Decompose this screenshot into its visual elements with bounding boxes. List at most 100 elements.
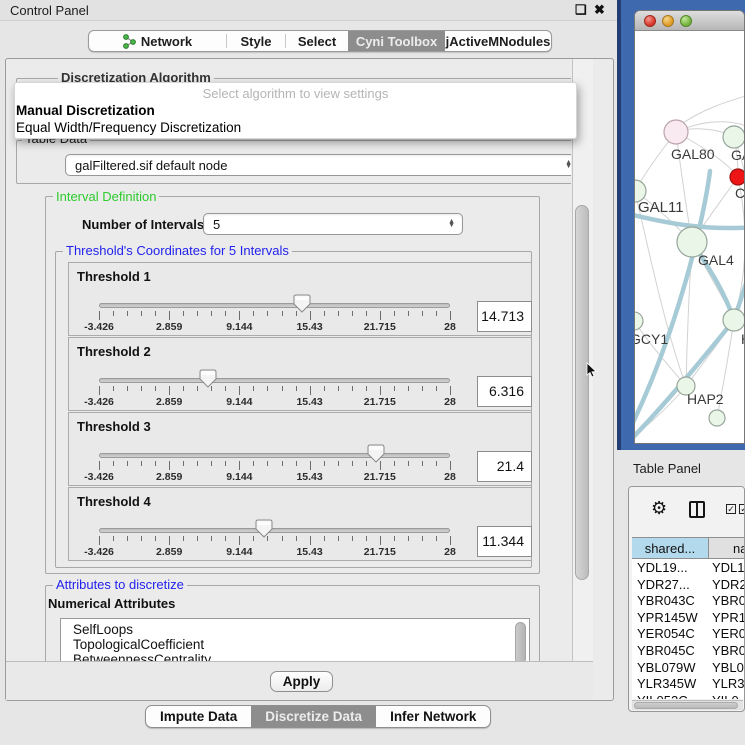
- tab-network[interactable]: Network: [89, 31, 226, 51]
- tab-infer-network[interactable]: Infer Network: [376, 706, 490, 727]
- number-of-intervals-combo[interactable]: 5 ▲▼: [203, 213, 463, 235]
- threshold-4-slider-track[interactable]: [99, 528, 450, 533]
- panel-scrollbar-thumb[interactable]: [575, 205, 589, 580]
- tick-mark: [239, 461, 240, 470]
- network-node-pink[interactable]: [664, 120, 688, 144]
- tick-mark: [366, 536, 367, 541]
- tab-discretize-data[interactable]: Discretize Data: [251, 706, 376, 727]
- cyni-panel-content: Discretization Algorithm ▲▼ Table Data g…: [6, 59, 571, 661]
- tick-mark: [225, 536, 226, 541]
- tick-mark: [310, 536, 311, 545]
- close-traffic-light[interactable]: [644, 15, 656, 27]
- table-row[interactable]: YIL052CYIL0: [632, 692, 745, 699]
- table-data-combo[interactable]: galFiltered.sif default node ▲▼: [65, 154, 571, 176]
- tick-mark: [141, 311, 142, 316]
- tick-mark: [324, 311, 325, 316]
- tab-cyni-toolbox[interactable]: Cyni Toolbox: [348, 31, 445, 51]
- network-node-green[interactable]: [635, 312, 643, 330]
- tick-label: 15.43: [296, 396, 322, 408]
- tick-mark: [253, 461, 254, 466]
- tick-mark: [197, 311, 198, 316]
- threshold-2-slider-track[interactable]: [99, 378, 450, 383]
- tick-mark: [296, 461, 297, 466]
- tab-jactivemnodules[interactable]: jActiveMNodules: [445, 31, 551, 51]
- threshold-3-slider-thumb[interactable]: [367, 444, 385, 464]
- network-node-green[interactable]: [723, 309, 745, 331]
- minimize-traffic-light[interactable]: [662, 15, 674, 27]
- table-row[interactable]: YDR27...YDR2: [632, 576, 745, 593]
- network-node-red[interactable]: [730, 169, 745, 185]
- tick-mark: [422, 461, 423, 466]
- numerical-attributes-list[interactable]: SelfLoopsTopologicalCoefficientBetweenne…: [60, 618, 530, 661]
- network-node-green[interactable]: [723, 126, 745, 148]
- apply-button[interactable]: Apply: [270, 671, 333, 692]
- table-hscrollbar-thumb[interactable]: [634, 702, 738, 709]
- zoom-traffic-light[interactable]: [680, 15, 692, 27]
- table-row[interactable]: YBR045CYBR0: [632, 642, 745, 659]
- close-icon[interactable]: ✖: [594, 2, 605, 18]
- panel-title: Control Panel: [10, 3, 89, 18]
- tick-mark: [338, 461, 339, 466]
- threshold-1-value[interactable]: 14.713: [477, 301, 532, 332]
- network-window-titlebar[interactable]: [635, 11, 744, 31]
- attribute-list-item[interactable]: BetweennessCentrality: [73, 652, 211, 661]
- attribute-list-item[interactable]: SelfLoops: [73, 622, 133, 637]
- tick-mark: [450, 536, 451, 545]
- threshold-4-slider-thumb[interactable]: [255, 519, 273, 539]
- attribute-list-item[interactable]: TopologicalCoefficient: [73, 637, 204, 652]
- node-label: C: [735, 185, 745, 201]
- tick-mark: [239, 536, 240, 545]
- column-header-shared-name[interactable]: shared...: [632, 538, 709, 558]
- algorithm-option-equal-width[interactable]: Equal Width/Frequency Discretization: [16, 120, 241, 135]
- threshold-4-value[interactable]: 11.344: [477, 526, 532, 557]
- tick-mark: [324, 386, 325, 391]
- list-scrollbar[interactable]: [515, 622, 526, 661]
- threshold-1-slider-thumb[interactable]: [293, 294, 311, 314]
- float-icon[interactable]: ❏: [575, 2, 587, 18]
- tick-mark: [169, 461, 170, 470]
- table-hscrollbar[interactable]: [632, 700, 743, 710]
- slider-tick-labels: -3.4262.8599.14415.4321.71528: [99, 321, 450, 333]
- tick-label: 21.715: [364, 321, 396, 333]
- tick-mark: [127, 536, 128, 541]
- algorithm-hint: Select algorithm to view settings: [15, 86, 576, 101]
- tick-mark: [324, 536, 325, 541]
- algorithm-option-manual[interactable]: Manual Discretization: [16, 103, 155, 118]
- network-node-green[interactable]: [709, 410, 725, 426]
- table-row[interactable]: YPR145WYPR1: [632, 609, 745, 626]
- tick-mark: [211, 536, 212, 541]
- threshold-3-slider-track[interactable]: [99, 453, 450, 458]
- interval-definition-title: Interval Definition: [53, 189, 159, 204]
- threshold-3-block: Threshold 3 -3.4262.8599.14415.4321.7152…: [68, 412, 532, 486]
- tick-mark: [239, 386, 240, 395]
- tab-style[interactable]: Style: [227, 31, 285, 51]
- table-row[interactable]: YER054CYER0: [632, 625, 745, 642]
- network-canvas[interactable]: GAL80GACGAL11GAL4GCY1HHAP2: [635, 31, 745, 444]
- tick-mark: [380, 311, 381, 320]
- table-panel-title: Table Panel: [633, 461, 701, 476]
- table-row[interactable]: YLR345WYLR3: [632, 675, 745, 692]
- table-row[interactable]: YBL079WYBL0: [632, 659, 745, 676]
- tab-impute-data[interactable]: Impute Data: [146, 706, 251, 727]
- tab-select[interactable]: Select: [286, 31, 348, 51]
- threshold-3-value[interactable]: 21.4: [477, 451, 532, 482]
- checkbox-icon[interactable]: ✓: [726, 504, 736, 514]
- table-row[interactable]: YBR043CYBR0: [632, 592, 745, 609]
- tick-mark: [211, 461, 212, 466]
- columns-icon[interactable]: [689, 501, 705, 518]
- network-view-window[interactable]: GAL80GACGAL11GAL4GCY1HHAP2: [634, 10, 745, 444]
- tick-label: 28: [444, 471, 456, 483]
- threshold-2-slider-thumb[interactable]: [199, 369, 217, 389]
- slider-ticks: [99, 386, 450, 396]
- checkbox-icon[interactable]: ✓: [739, 504, 745, 514]
- threshold-2-value[interactable]: 6.316: [477, 376, 532, 407]
- tick-mark: [310, 386, 311, 395]
- node-label: GAL80: [671, 146, 715, 162]
- tick-label: -3.426: [84, 546, 114, 558]
- gear-icon[interactable]: ⚙: [651, 498, 667, 519]
- column-header-name[interactable]: na: [709, 538, 745, 558]
- table-row[interactable]: YDL19...YDL1: [632, 559, 745, 576]
- tick-mark: [394, 536, 395, 541]
- threshold-1-slider-track[interactable]: [99, 303, 450, 308]
- tick-mark: [422, 536, 423, 541]
